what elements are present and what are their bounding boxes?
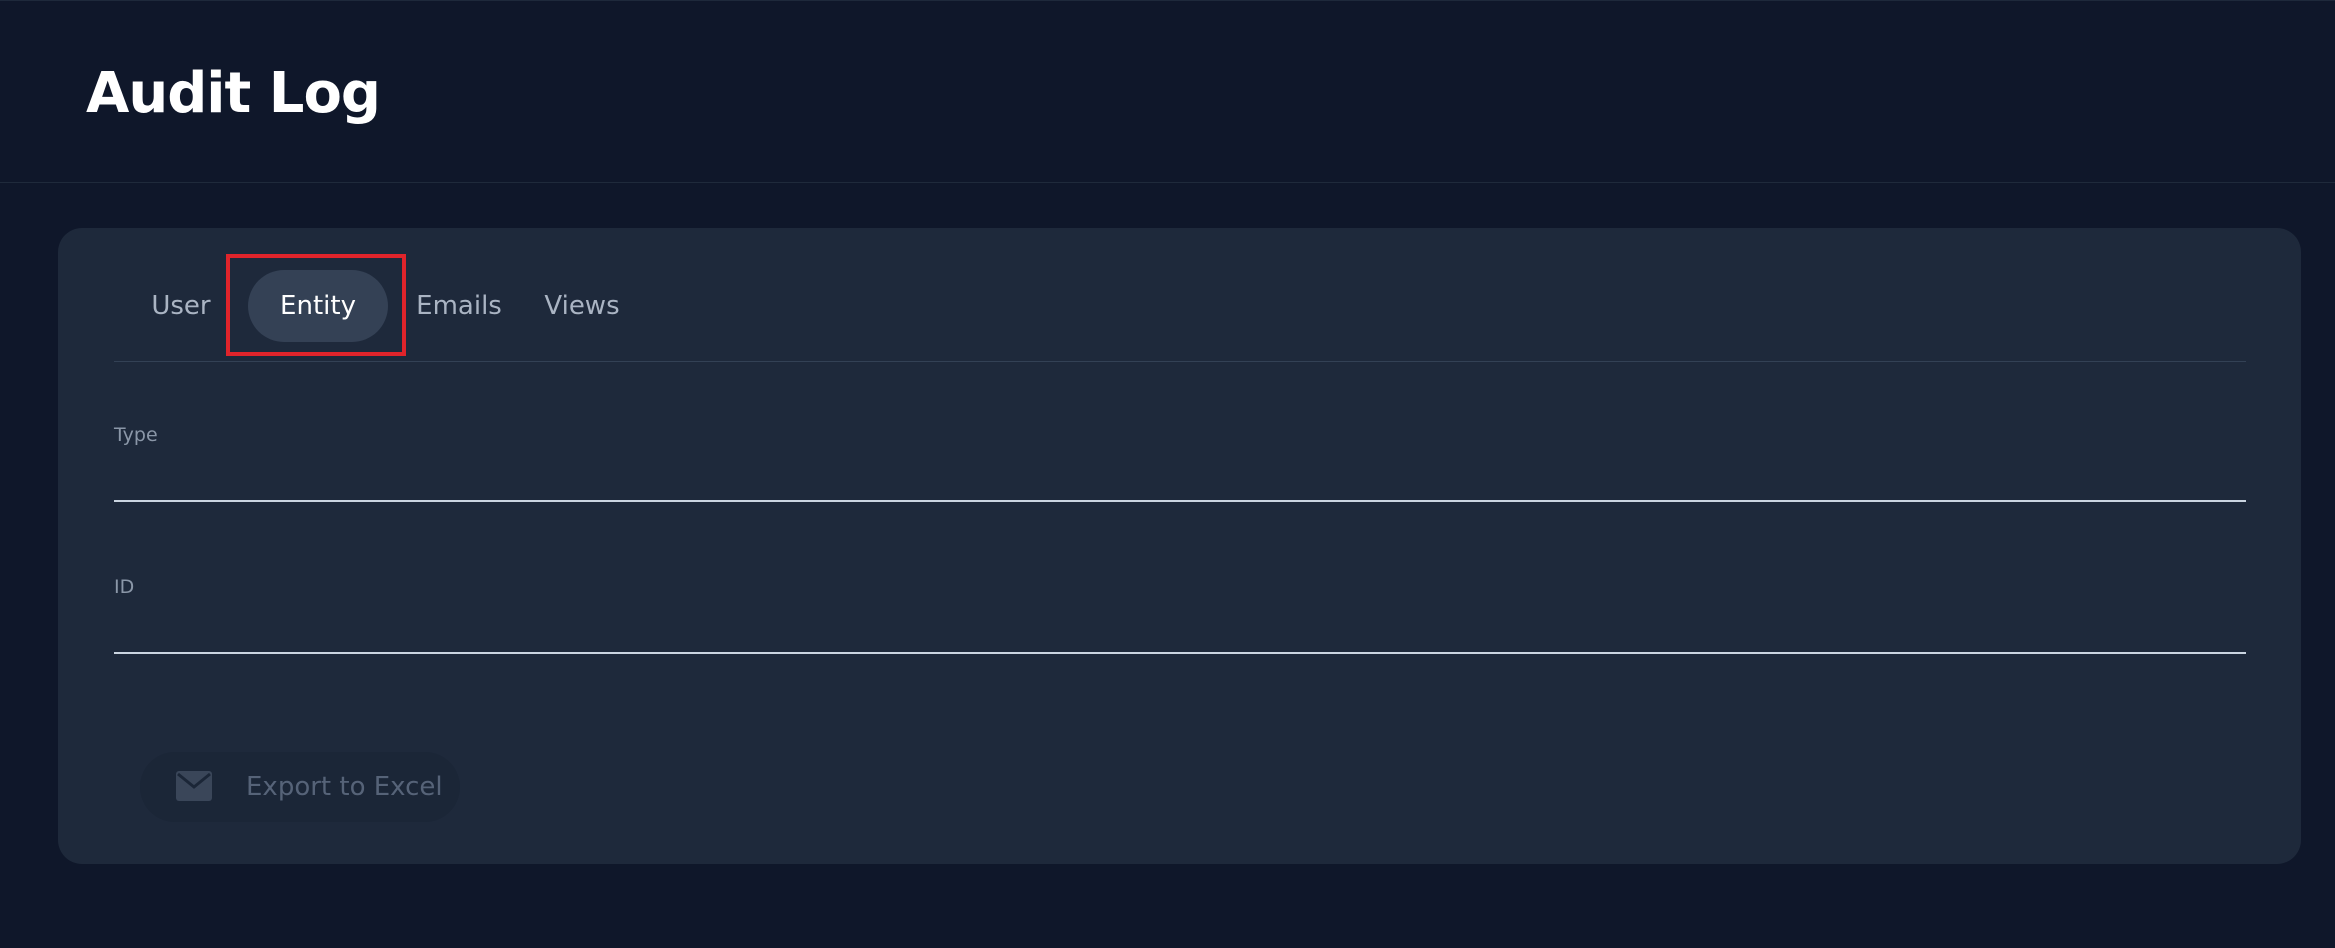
page-title: Audit Log: [86, 61, 381, 126]
tab-bar: User Entity Emails Views: [114, 228, 2246, 362]
type-label: Type: [114, 424, 158, 446]
export-label: Export to Excel: [246, 772, 443, 802]
id-input[interactable]: [114, 604, 2246, 654]
tab-entity[interactable]: Entity: [248, 270, 388, 342]
tab-user[interactable]: User: [133, 270, 229, 342]
tab-views[interactable]: Views: [528, 270, 636, 342]
export-to-excel-button[interactable]: Export to Excel: [140, 752, 460, 822]
type-input[interactable]: [114, 452, 2246, 502]
id-label: ID: [114, 576, 135, 598]
tab-emails[interactable]: Emails: [406, 270, 512, 342]
mail-icon: [176, 771, 212, 801]
audit-log-card: User Entity Emails Views Type ID Export …: [58, 228, 2301, 864]
page-header: Audit Log: [0, 0, 2335, 183]
